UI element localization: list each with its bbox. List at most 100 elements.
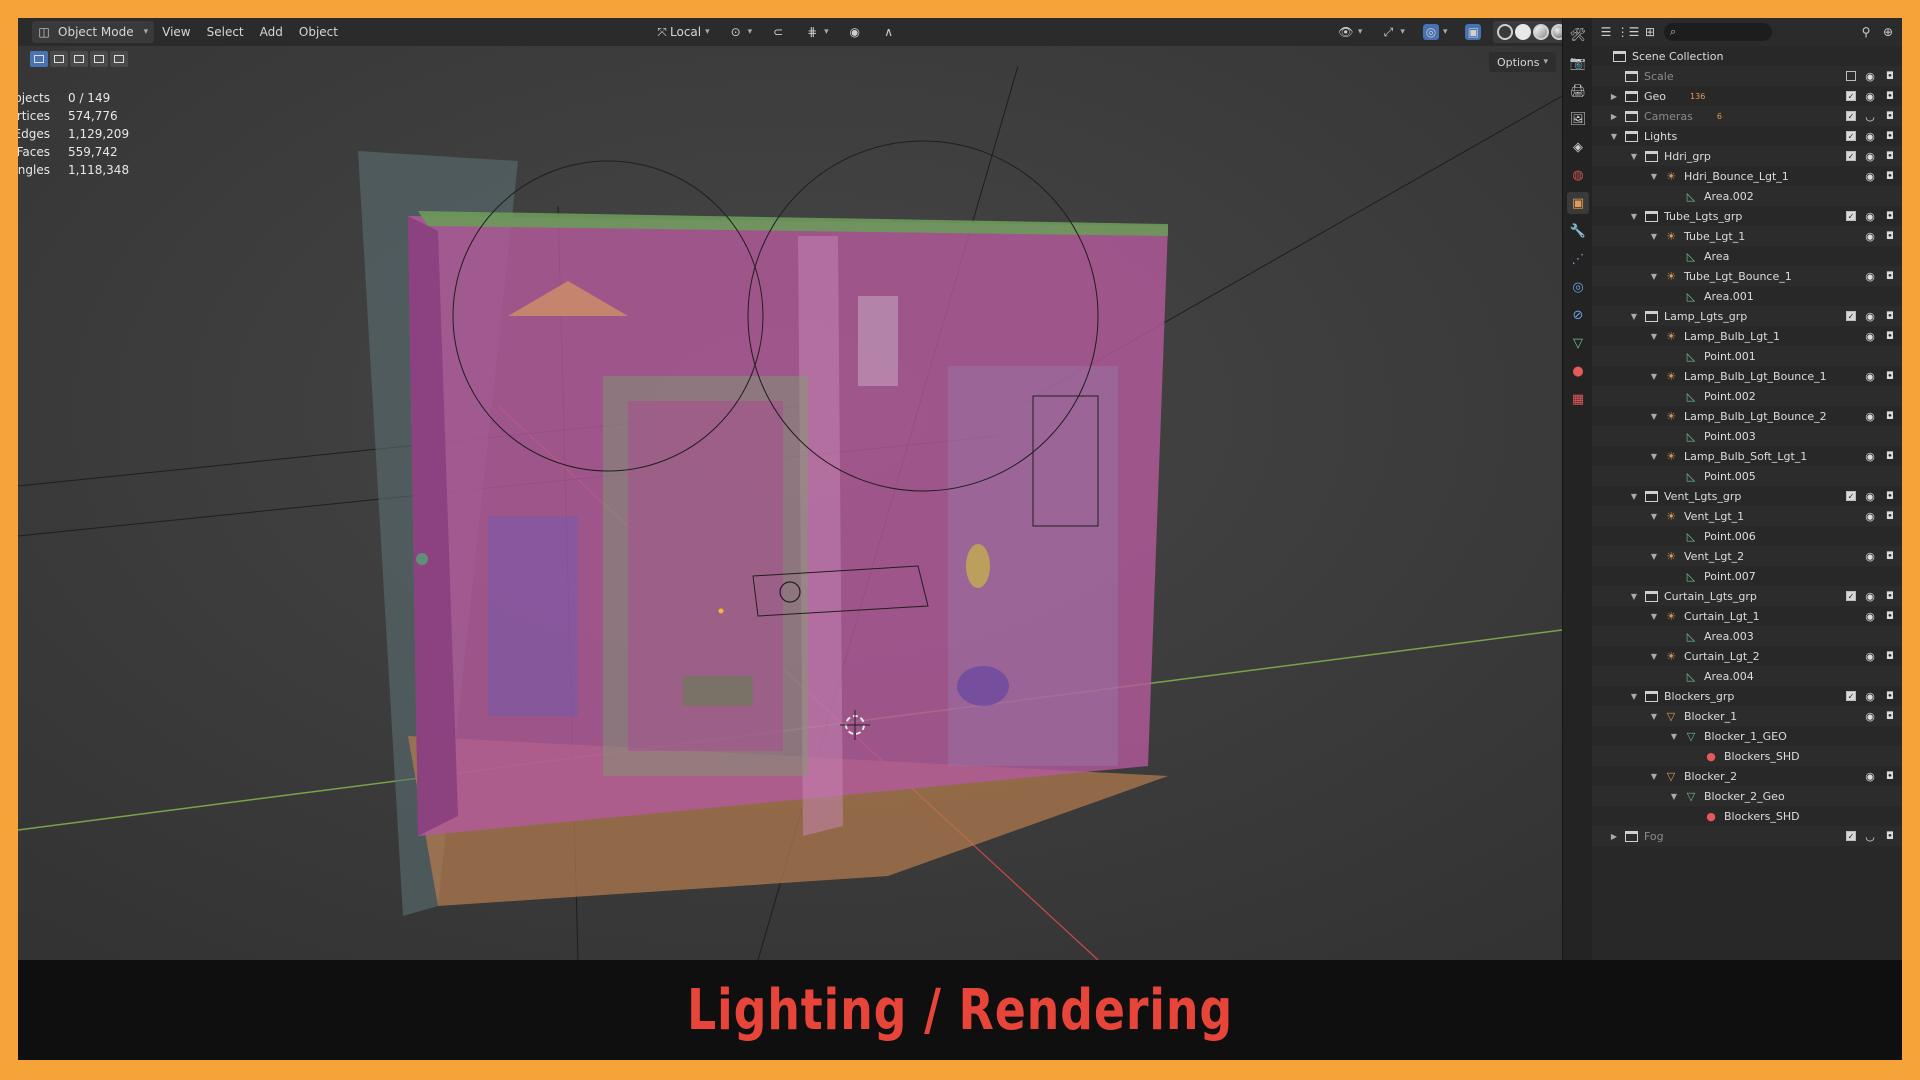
expand-open-icon[interactable]: ▼ (1668, 732, 1680, 741)
expand-open-icon[interactable]: ▼ (1648, 452, 1660, 461)
camera-render-icon[interactable]: ◘ (1884, 111, 1896, 122)
outliner-row[interactable]: ▼ ☀ Tube_Lgt_1 ◉ ◘ (1592, 226, 1902, 246)
expand-open-icon[interactable]: ▼ (1648, 772, 1660, 781)
eye-icon[interactable]: ◉ (1864, 710, 1876, 723)
proportional-edit-toggle[interactable]: ◉ (841, 21, 869, 43)
select-new-icon[interactable] (30, 51, 48, 67)
menu-select[interactable]: Select (199, 21, 252, 43)
3d-viewport[interactable]: Options ▾ Objects0 / 149 Vertices574,776… (18, 46, 1562, 960)
camera-render-icon[interactable]: ◘ (1884, 231, 1896, 242)
outliner-row[interactable]: Scale ◉ ◘ (1592, 66, 1902, 86)
wireframe-shading-icon[interactable] (1497, 24, 1514, 40)
outliner-row[interactable]: ▼ ▽ Blocker_2 ◉ ◘ (1592, 766, 1902, 786)
menu-object[interactable]: Object (291, 21, 346, 43)
eye-icon[interactable]: ◉ (1864, 370, 1876, 383)
eye-icon[interactable]: ◉ (1864, 450, 1876, 463)
expand-open-icon[interactable]: ▼ (1628, 592, 1640, 601)
eye-icon[interactable]: ◡ (1864, 830, 1876, 843)
camera-render-icon[interactable]: ◘ (1884, 311, 1896, 322)
outliner-row[interactable]: ◺ Point.006 (1592, 526, 1902, 546)
camera-render-icon[interactable]: ◘ (1884, 651, 1896, 662)
constraints-properties-icon[interactable]: ⊘ (1567, 304, 1589, 326)
overlays-toggle[interactable]: ◎ ▾ (1417, 21, 1454, 43)
outliner-row[interactable]: ◺ Area.001 (1592, 286, 1902, 306)
physics-properties-icon[interactable]: ◎ (1567, 276, 1589, 298)
outliner-row[interactable]: ◺ Area (1592, 246, 1902, 266)
outliner-row[interactable]: ▼ Lights ✓ ◉ ◘ (1592, 126, 1902, 146)
mode-selector[interactable]: ◫ Object Mode ▾ (32, 21, 155, 43)
view-layer-icon[interactable]: 🖼 (1567, 108, 1589, 130)
expand-open-icon[interactable]: ▼ (1628, 212, 1640, 221)
outliner-row[interactable]: ◺ Point.001 (1592, 346, 1902, 366)
eye-icon[interactable]: ◉ (1864, 90, 1876, 103)
camera-render-icon[interactable]: ◘ (1884, 551, 1896, 562)
outliner-row[interactable]: ▼ Lamp_Lgts_grp ✓ ◉ ◘ (1592, 306, 1902, 326)
expand-open-icon[interactable]: ▼ (1668, 792, 1680, 801)
exclude-checkbox[interactable]: ✓ (1846, 691, 1856, 701)
modifier-properties-icon[interactable]: 🔧 (1567, 220, 1589, 242)
eye-icon[interactable]: ◉ (1864, 70, 1876, 83)
snap-target-dropdown[interactable]: ⋕ ▾ (798, 21, 835, 43)
outliner-row[interactable]: ▼ Hdri_grp ✓ ◉ ◘ (1592, 146, 1902, 166)
eye-icon[interactable]: ◉ (1864, 150, 1876, 163)
outliner-row[interactable]: ▼ Tube_Lgts_grp ✓ ◉ ◘ (1592, 206, 1902, 226)
eye-icon[interactable]: ◉ (1864, 690, 1876, 703)
eye-icon[interactable]: ◉ (1864, 770, 1876, 783)
outliner-row[interactable]: ◺ Area.003 (1592, 626, 1902, 646)
tool-settings-icon[interactable]: 🛠 (1567, 24, 1589, 46)
expand-closed-icon[interactable]: ▶ (1608, 112, 1620, 121)
menu-view[interactable]: View (154, 21, 198, 43)
camera-render-icon[interactable]: ◘ (1884, 831, 1896, 842)
expand-open-icon[interactable]: ▼ (1648, 612, 1660, 621)
camera-render-icon[interactable]: ◘ (1884, 591, 1896, 602)
outliner-row[interactable]: ▼ ☀ Curtain_Lgt_2 ◉ ◘ (1592, 646, 1902, 666)
outliner-row[interactable]: ● Blockers_SHD (1592, 806, 1902, 826)
outliner-row[interactable]: ▼ ☀ Lamp_Bulb_Soft_Lgt_1 ◉ ◘ (1592, 446, 1902, 466)
display-mode-icon[interactable]: ⋮☰ (1617, 24, 1640, 40)
outliner-row[interactable]: ▼ ☀ Lamp_Bulb_Lgt_1 ◉ ◘ (1592, 326, 1902, 346)
outliner-row[interactable]: ▼ ▽ Blocker_1_GEO (1592, 726, 1902, 746)
camera-render-icon[interactable]: ◘ (1884, 371, 1896, 382)
camera-render-icon[interactable]: ◘ (1884, 711, 1896, 722)
pivot-dropdown[interactable]: ⊙ ▾ (722, 21, 759, 43)
camera-render-icon[interactable]: ◘ (1884, 71, 1896, 82)
exclude-checkbox[interactable]: ✓ (1846, 311, 1856, 321)
exclude-checkbox[interactable]: ✓ (1846, 91, 1856, 101)
scene-collection-row[interactable]: Scene Collection (1592, 46, 1902, 66)
output-properties-icon[interactable]: 🖨 (1567, 80, 1589, 102)
eye-icon[interactable]: ◉ (1864, 650, 1876, 663)
exclude-checkbox[interactable]: ✓ (1846, 591, 1856, 601)
camera-render-icon[interactable]: ◘ (1884, 171, 1896, 182)
eye-icon[interactable]: ◉ (1864, 590, 1876, 603)
select-subtract-icon[interactable] (70, 51, 88, 67)
scene-properties-icon[interactable]: ◈ (1567, 136, 1589, 158)
expand-open-icon[interactable]: ▼ (1648, 512, 1660, 521)
eye-icon[interactable]: ◉ (1864, 510, 1876, 523)
camera-render-icon[interactable]: ◘ (1884, 411, 1896, 422)
new-collection-icon[interactable]: ⊕ (1880, 24, 1896, 40)
outliner-row[interactable]: ▼ ☀ Hdri_Bounce_Lgt_1 ◉ ◘ (1592, 166, 1902, 186)
expand-open-icon[interactable]: ▼ (1628, 312, 1640, 321)
camera-render-icon[interactable]: ◘ (1884, 91, 1896, 102)
outliner-row[interactable]: ▼ ▽ Blocker_2_Geo (1592, 786, 1902, 806)
outliner-row[interactable]: ◺ Point.002 (1592, 386, 1902, 406)
camera-render-icon[interactable]: ◘ (1884, 511, 1896, 522)
object-properties-icon[interactable]: ▣ (1567, 192, 1589, 214)
eye-icon[interactable]: ◉ (1864, 130, 1876, 143)
gizmo-toggle[interactable]: ⤢ ▾ (1374, 21, 1411, 43)
outliner-row[interactable]: ▼ ☀ Vent_Lgt_2 ◉ ◘ (1592, 546, 1902, 566)
expand-open-icon[interactable]: ▼ (1648, 272, 1660, 281)
world-properties-icon[interactable]: ◍ (1567, 164, 1589, 186)
falloff-dropdown[interactable]: ∧ (875, 21, 903, 43)
outliner-row[interactable]: ◺ Point.007 (1592, 566, 1902, 586)
eye-icon[interactable]: ◉ (1864, 410, 1876, 423)
exclude-checkbox[interactable]: ✓ (1846, 491, 1856, 501)
eye-icon[interactable]: ◉ (1864, 610, 1876, 623)
expand-open-icon[interactable]: ▼ (1608, 132, 1620, 141)
camera-render-icon[interactable]: ◘ (1884, 691, 1896, 702)
exclude-checkbox[interactable]: ✓ (1846, 111, 1856, 121)
outliner-row[interactable]: ● Blockers_SHD (1592, 746, 1902, 766)
exclude-checkbox[interactable] (1846, 71, 1856, 81)
select-intersect-icon[interactable] (110, 51, 128, 67)
outliner-row[interactable]: ▼ ☀ Lamp_Bulb_Lgt_Bounce_2 ◉ ◘ (1592, 406, 1902, 426)
